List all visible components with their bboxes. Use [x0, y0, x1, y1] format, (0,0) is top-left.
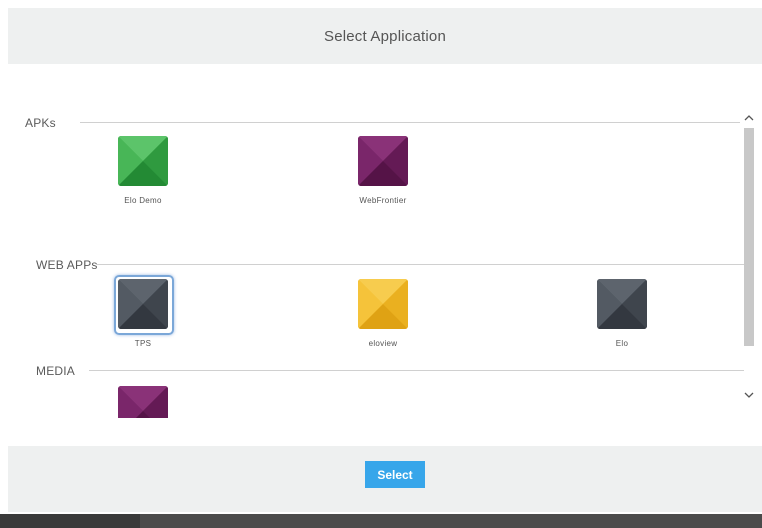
scroll-thumb[interactable]: [744, 128, 754, 346]
webfrontier-tile-icon: [358, 136, 408, 186]
app-label: WebFrontier: [359, 196, 407, 205]
elo-demo-tile-icon: [118, 136, 168, 186]
select-application-dialog: Select Application APKs Elo Demo WebFron…: [0, 0, 762, 528]
elo-tile-icon: [597, 279, 647, 329]
eloview-tile-icon: [358, 279, 408, 329]
app-eloview[interactable]: eloview: [333, 279, 433, 348]
section-label-apks: APKs: [25, 116, 56, 130]
app-elo-demo[interactable]: Elo Demo: [93, 136, 193, 205]
dialog-footer: Select: [8, 446, 762, 512]
section-label-web-apps: WEB APPs: [36, 258, 98, 272]
app-label: eloview: [368, 339, 398, 348]
media-tile-icon: [118, 386, 168, 418]
app-label: TPS: [134, 339, 152, 348]
bottom-bar-segment: [0, 514, 140, 528]
app-tps[interactable]: TPS: [93, 279, 193, 348]
app-label: Elo: [615, 339, 629, 348]
section-divider: [89, 370, 744, 371]
chevron-down-icon[interactable]: [742, 386, 756, 404]
bottom-bar: [0, 514, 762, 528]
section-divider: [80, 122, 740, 123]
dialog-header: Select Application: [8, 8, 762, 64]
tps-tile-icon: [118, 279, 168, 329]
list-scrollbar[interactable]: [742, 96, 756, 418]
application-list[interactable]: APKs Elo Demo WebFrontier WEB APPs TPS e…: [0, 96, 762, 418]
app-webfrontier[interactable]: WebFrontier: [333, 136, 433, 205]
dialog-title: Select Application: [323, 27, 446, 45]
section-divider: [96, 264, 744, 265]
app-media-item[interactable]: [93, 386, 193, 418]
app-label: Elo Demo: [124, 196, 162, 205]
chevron-up-icon[interactable]: [742, 108, 756, 126]
app-elo[interactable]: Elo: [572, 279, 672, 348]
select-button[interactable]: Select: [365, 461, 425, 488]
section-label-media: MEDIA: [36, 364, 76, 378]
